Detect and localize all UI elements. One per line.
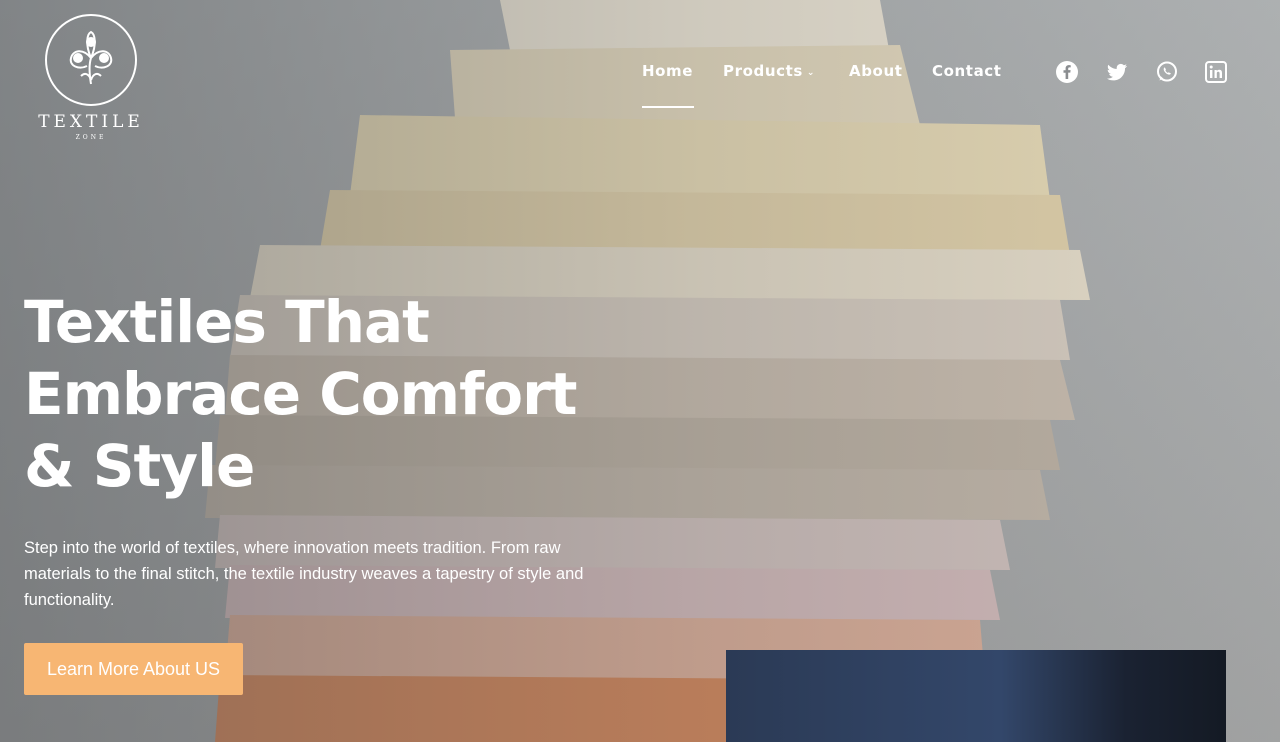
nav-products[interactable]: Products ⌄	[723, 62, 815, 80]
hero-headline: Textiles That Embrace Comfort & Style	[24, 286, 664, 502]
headline-line-1: Textiles That	[24, 288, 430, 356]
linkedin-icon[interactable]	[1204, 60, 1228, 84]
nav-home[interactable]: Home	[642, 62, 693, 80]
learn-more-button[interactable]: Learn More About US	[24, 643, 243, 695]
nav-active-indicator	[642, 106, 694, 108]
nav-home-label: Home	[642, 62, 694, 80]
logo-subtitle: ZONE	[75, 134, 107, 141]
nav-products-label: Products	[723, 62, 803, 80]
whatsapp-icon[interactable]	[1155, 60, 1179, 84]
twitter-icon[interactable]	[1105, 60, 1129, 84]
nav-about-label: About	[849, 62, 903, 80]
nav-contact[interactable]: Contact	[932, 62, 1002, 80]
logo-wordmark: TEXTILE	[38, 112, 144, 132]
headline-line-3: & Style	[24, 432, 255, 500]
nav-about[interactable]: About	[849, 62, 903, 80]
site-logo[interactable]: TEXTILE ZONE	[28, 14, 154, 144]
chevron-down-icon: ⌄	[806, 68, 816, 78]
hero-description: Step into the world of textiles, where i…	[24, 539, 584, 609]
cotton-flower-icon	[69, 30, 113, 85]
featured-image-panel	[726, 650, 1226, 742]
facebook-icon[interactable]	[1055, 60, 1079, 84]
nav-contact-label: Contact	[932, 62, 1002, 80]
headline-line-2: Embrace Comfort	[24, 360, 577, 428]
